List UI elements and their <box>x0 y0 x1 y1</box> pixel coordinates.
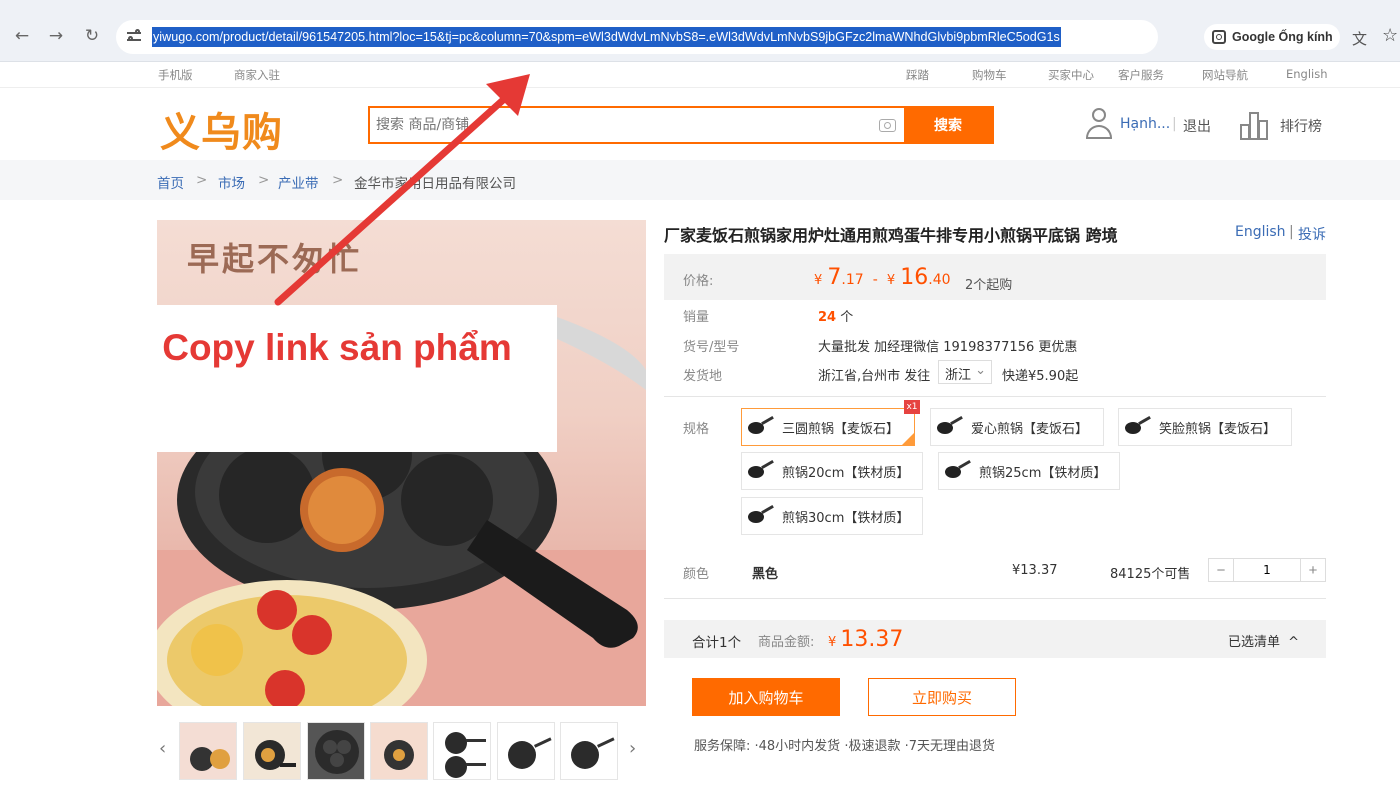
annotation-arrow-icon <box>274 74 530 306</box>
